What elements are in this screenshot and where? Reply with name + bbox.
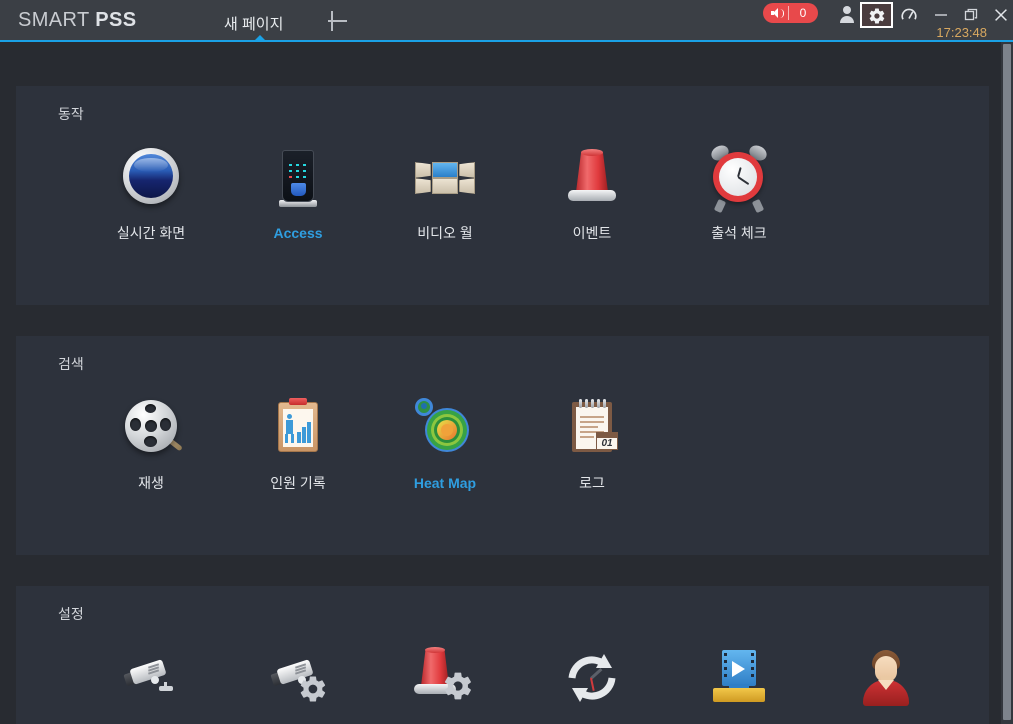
title-bar: SMART PSS 새 페이지 0 17:23:48 (0, 0, 1013, 42)
alarm-config-icon (409, 642, 481, 714)
heat-map-icon (409, 392, 481, 464)
user-avatar-icon (850, 642, 922, 714)
tile-heat-map[interactable]: Heat Map (372, 392, 518, 512)
tile-user[interactable]: 사용자 (813, 642, 959, 724)
tile-alarm-config[interactable]: 장치 설정 (372, 642, 518, 724)
maximize-button[interactable] (958, 4, 984, 26)
app-logo: SMART PSS (18, 9, 136, 32)
minimize-button[interactable] (928, 4, 954, 26)
gear-icon[interactable] (860, 2, 893, 28)
alarm-beacon-icon (556, 142, 628, 214)
notepad-log-icon: 01 (556, 392, 628, 464)
tile-label: 실시간 화면 (116, 225, 186, 241)
sound-wave-icon (780, 8, 784, 18)
tile-event[interactable]: 이벤트 (519, 142, 665, 262)
tile-label: 비디오 월 (417, 225, 473, 241)
brand-light: SMART (18, 9, 96, 31)
tile-device-config[interactable]: 장치 설정 (225, 642, 371, 724)
section-panel-search: 검색 재생 인원 기록 Heat Map 01 로그 (16, 336, 989, 555)
vertical-scrollbar[interactable] (1003, 44, 1011, 720)
live-view-icon (115, 142, 187, 214)
tile-people-record[interactable]: 인원 기록 (225, 392, 371, 512)
tile-video-storage[interactable]: 비디오 저장 (666, 642, 812, 724)
tile-device-manage[interactable]: 장치 관리 (78, 642, 224, 724)
tile-label: 재생 (138, 475, 164, 491)
tile-label: Access (273, 225, 323, 241)
camera-manage-icon (115, 642, 187, 714)
access-terminal-icon (262, 142, 334, 214)
close-button[interactable] (988, 4, 1013, 26)
alarm-clock-icon (703, 142, 775, 214)
add-tab-button[interactable] (322, 6, 352, 36)
home-content: 동작 실시간 화면 Access 비디오 월 이벤트 출석 체크 검색 재생 인… (0, 42, 1013, 724)
brand-bold: PSS (95, 9, 137, 31)
tile-live-view[interactable]: 실시간 화면 (78, 142, 224, 262)
schedule-clock-icon (556, 642, 628, 714)
section-panel-settings: 설정 장치 관리 (16, 586, 989, 724)
tile-label: Heat Map (413, 475, 477, 491)
speaker-icon (771, 8, 779, 18)
tile-label: 인원 기록 (270, 475, 326, 491)
clock-display: 17:23:48 (936, 25, 987, 40)
alarm-count: 0 (799, 6, 807, 20)
speed-meter-icon[interactable] (896, 4, 922, 26)
section-panel-operation: 동작 실시간 화면 Access 비디오 월 이벤트 출석 체크 (16, 86, 989, 305)
film-reel-icon (115, 392, 187, 464)
active-tab-indicator (255, 35, 265, 40)
tile-label: 로그 (579, 475, 605, 491)
camera-config-icon (262, 642, 334, 714)
tile-log[interactable]: 01 로그 (519, 392, 665, 512)
section-title: 설정 (58, 606, 84, 622)
video-wall-icon (409, 142, 481, 214)
video-storage-icon (703, 642, 775, 714)
tile-access[interactable]: Access (225, 142, 371, 262)
tile-label: 출석 체크 (711, 225, 767, 241)
tab-new-page[interactable]: 새 페이지 (218, 11, 289, 36)
tile-playback[interactable]: 재생 (78, 392, 224, 512)
smart-pss-window: SMART PSS 새 페이지 0 17:23:48 동작 실시간 화면 Acc… (0, 0, 1013, 724)
section-title: 검색 (58, 356, 84, 372)
user-icon[interactable] (834, 4, 860, 26)
tile-label: 이벤트 (572, 225, 612, 241)
alarm-badge[interactable]: 0 (763, 3, 818, 23)
tile-tour-plan[interactable]: 투어 · 계획 (519, 642, 665, 724)
section-title: 동작 (58, 106, 84, 122)
tile-attendance[interactable]: 출석 체크 (666, 142, 812, 262)
tile-video-wall[interactable]: 비디오 월 (372, 142, 518, 262)
clipboard-chart-icon (262, 392, 334, 464)
